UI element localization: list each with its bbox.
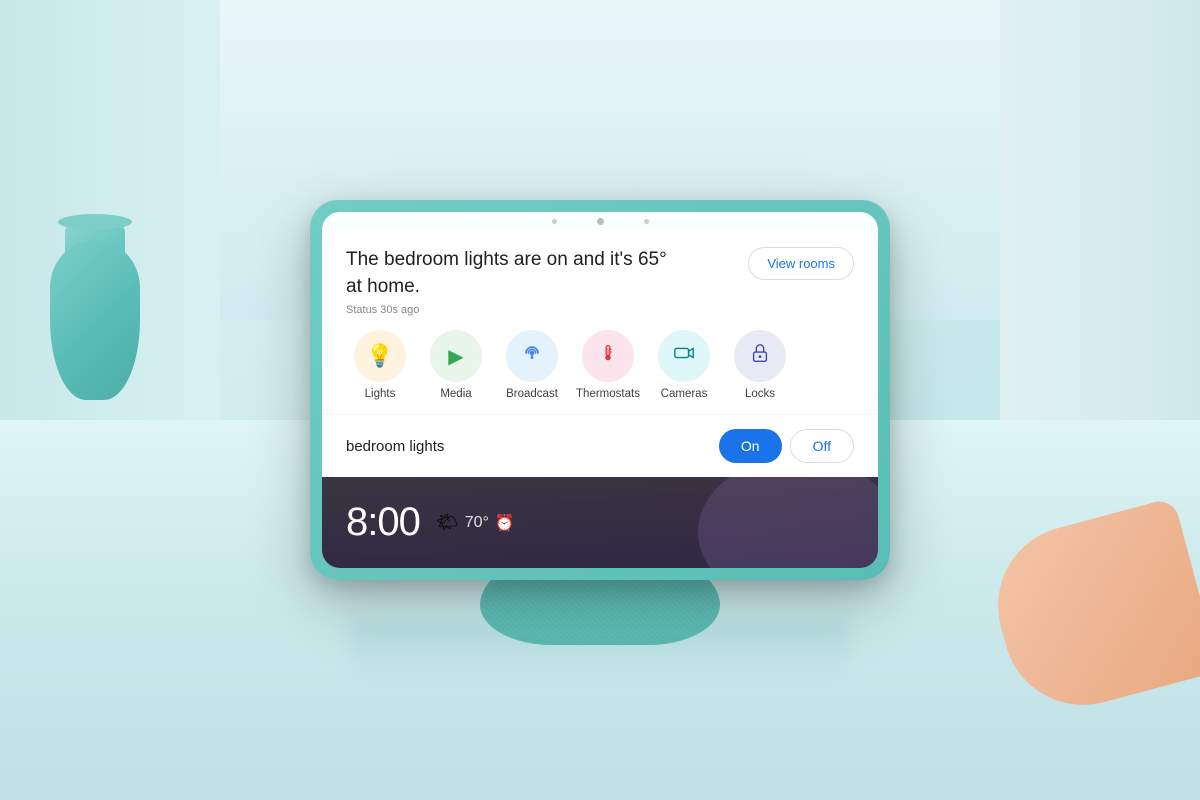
lights-icon: 💡: [366, 343, 393, 369]
device-screen: The bedroom lights are on and it's 65° a…: [322, 212, 878, 568]
thermostats-icon: [597, 342, 619, 370]
view-rooms-button[interactable]: View rooms: [748, 247, 854, 280]
vase-decoration: [30, 200, 160, 400]
cameras-icon: [673, 342, 695, 370]
locks-icon-circle: [734, 330, 786, 382]
status-text: Status 30s ago: [346, 304, 854, 316]
weather-info: 🌤 70° ⏰: [436, 512, 515, 533]
media-icon-circle: ▶: [430, 330, 482, 382]
cameras-icon-item[interactable]: Cameras: [650, 330, 718, 400]
media-label: Media: [440, 388, 471, 400]
locks-label: Locks: [745, 388, 775, 400]
background-blob: [698, 477, 878, 568]
screen-content: The bedroom lights are on and it's 65° a…: [322, 229, 878, 568]
vase-body: [50, 240, 140, 400]
locks-icon-item[interactable]: Locks: [726, 330, 794, 400]
device-reflection: [350, 620, 850, 680]
thermostats-label: Thermostats: [576, 388, 640, 400]
icon-grid: 💡 Lights ▶ Media: [346, 330, 854, 400]
broadcast-icon-item[interactable]: Broadcast: [498, 330, 566, 400]
bottom-section: 8:00 🌤 70° ⏰: [322, 477, 878, 568]
lights-icon-item[interactable]: 💡 Lights: [346, 330, 414, 400]
lights-label: Lights: [365, 388, 396, 400]
cameras-label: Cameras: [661, 388, 708, 400]
broadcast-label: Broadcast: [506, 388, 558, 400]
lights-icon-circle: 💡: [354, 330, 406, 382]
camera-bar: [322, 212, 878, 229]
sensor-dot-right: [644, 219, 649, 224]
toggle-buttons: On Off: [719, 429, 854, 463]
lights-control-row: bedroom lights On Off: [322, 414, 878, 477]
on-button[interactable]: On: [719, 429, 782, 463]
top-section: The bedroom lights are on and it's 65° a…: [322, 229, 878, 414]
lights-control-label: bedroom lights: [346, 438, 444, 455]
header-row: The bedroom lights are on and it's 65° a…: [346, 247, 854, 300]
media-icon: ▶: [448, 344, 463, 369]
sensor-dot-left: [552, 219, 557, 224]
clock-time: 8:00: [346, 500, 420, 545]
broadcast-icon: [521, 342, 543, 370]
main-message: The bedroom lights are on and it's 65° a…: [346, 247, 686, 300]
off-button[interactable]: Off: [790, 429, 854, 463]
weather-temperature: 70°: [465, 514, 489, 532]
cameras-icon-circle: [658, 330, 710, 382]
media-icon-item[interactable]: ▶ Media: [422, 330, 490, 400]
thermostats-icon-circle: [582, 330, 634, 382]
thermostats-icon-item[interactable]: Thermostats: [574, 330, 642, 400]
locks-icon: [749, 342, 771, 370]
alarm-clock-icon: ⏰: [495, 513, 515, 533]
vase-top: [58, 214, 132, 230]
weather-sun-icon: 🌤: [436, 512, 459, 533]
broadcast-icon-circle: [506, 330, 558, 382]
device-case: The bedroom lights are on and it's 65° a…: [310, 200, 890, 580]
google-home-hub: The bedroom lights are on and it's 65° a…: [310, 200, 890, 580]
camera-dot-center: [597, 218, 604, 225]
